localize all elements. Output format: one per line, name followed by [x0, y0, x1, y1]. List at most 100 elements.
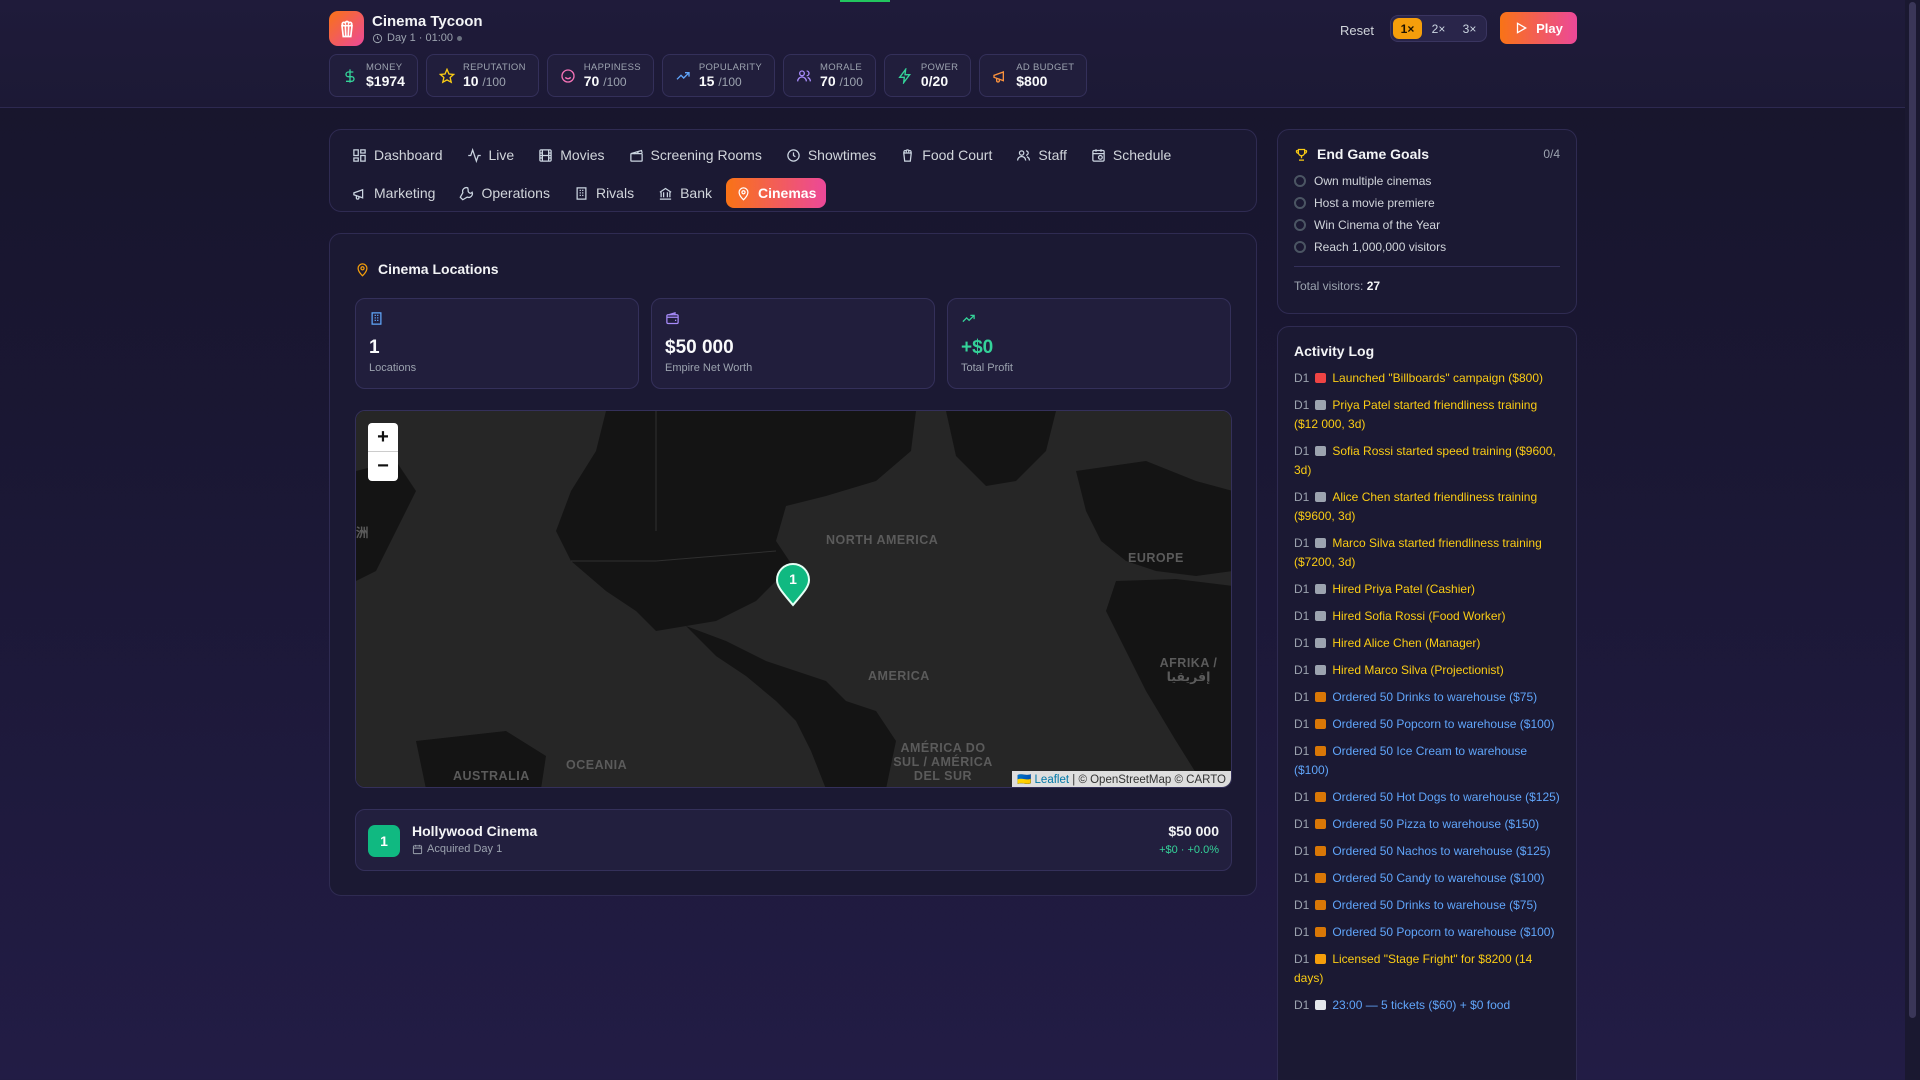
- log-day: D1: [1294, 952, 1310, 966]
- stat-value: 15: [698, 72, 715, 89]
- log-text: Ordered 50 Pizza to warehouse ($150): [1332, 817, 1540, 831]
- kpi-value: $50 000: [665, 337, 734, 358]
- goals-progress: 0/4: [1543, 147, 1560, 161]
- log-entry: D1 Hired Sofia Rossi (Food Worker): [1294, 607, 1560, 626]
- map-label: AMERICA: [868, 669, 930, 683]
- map-zoom-control: + −: [368, 423, 398, 481]
- top-bar: Cinema Tycoon Day 1 · 01:00 MONEY $1974 R…: [0, 0, 1905, 108]
- graduation-icon: [1315, 492, 1327, 502]
- tab-screening-rooms[interactable]: Screening Rooms: [619, 140, 772, 170]
- acquired-label: Acquired Day 1: [427, 843, 503, 855]
- log-entry: D1 Hired Alice Chen (Manager): [1294, 634, 1560, 653]
- zoom-out-button[interactable]: −: [368, 452, 398, 481]
- clock-icon: [787, 148, 800, 162]
- tab-rivals[interactable]: Rivals: [564, 178, 644, 208]
- map-label: AFRIKA / إفريقيا: [1159, 656, 1218, 684]
- tab-label: Live: [488, 147, 515, 163]
- graduation-icon: [1315, 400, 1327, 410]
- goal-label: Host a movie premiere: [1314, 196, 1435, 210]
- log-day: D1: [1294, 609, 1310, 623]
- tab-movies[interactable]: Movies: [528, 140, 614, 170]
- tab-staff[interactable]: Staff: [1006, 140, 1077, 170]
- tab-showtimes[interactable]: Showtimes: [776, 140, 886, 170]
- log-day: D1: [1294, 690, 1310, 704]
- scrollbar-thumb[interactable]: [1909, 2, 1916, 1018]
- activity-log-title: Activity Log: [1294, 343, 1375, 359]
- wrench-icon: [459, 186, 474, 201]
- tab-operations[interactable]: Operations: [449, 178, 559, 208]
- log-entry: D1 Alice Chen started friendliness traini…: [1294, 488, 1560, 526]
- cinema-list-item[interactable]: 1 Hollywood Cinema Acquired Day 1 $50 00…: [355, 809, 1232, 871]
- log-entry: D1 Ordered 50 Popcorn to warehouse ($100): [1294, 923, 1560, 942]
- visitors-label: Total visitors:: [1294, 279, 1364, 293]
- tab-schedule[interactable]: Schedule: [1081, 140, 1181, 170]
- stat-value: $1974: [366, 73, 405, 89]
- log-day: D1: [1294, 490, 1310, 504]
- megaphone-icon: [1315, 373, 1327, 383]
- goal-item: Own multiple cinemas: [1294, 170, 1560, 192]
- tab-label: Bank: [680, 185, 712, 201]
- kpi-label: Empire Net Worth: [665, 362, 753, 374]
- log-text: Ordered 50 Ice Cream to warehouse ($100): [1294, 744, 1528, 777]
- tab-label: Screening Rooms: [650, 147, 762, 163]
- goal-item: Win Cinema of the Year: [1294, 214, 1560, 236]
- leaflet-link[interactable]: 🇺🇦 Leaflet: [1017, 774, 1069, 786]
- map-attribution: 🇺🇦 Leaflet | © OpenStreetMap © CARTO: [1012, 771, 1231, 787]
- tab-label: Cinemas: [758, 185, 817, 201]
- zoom-in-button[interactable]: +: [368, 423, 398, 452]
- log-entry: D1 Launched "Billboards" campaign ($800): [1294, 369, 1560, 388]
- person-icon: [1315, 665, 1327, 675]
- log-day: D1: [1294, 582, 1310, 596]
- goal-label: Own multiple cinemas: [1314, 174, 1432, 188]
- box-icon: [1315, 719, 1327, 729]
- speed-1x-button[interactable]: 1×: [1393, 18, 1422, 39]
- tab-dashboard[interactable]: Dashboard: [342, 140, 453, 170]
- grid-icon: [353, 148, 366, 162]
- log-text: Priya Patel started friendliness trainin…: [1294, 398, 1538, 431]
- graduation-icon: [1315, 446, 1327, 456]
- stat-value: 70: [820, 72, 836, 89]
- tab-bank[interactable]: Bank: [648, 178, 722, 208]
- page-scrollbar[interactable]: [1905, 0, 1920, 1080]
- tab-label: Marketing: [374, 185, 436, 201]
- ticket-icon: [1315, 954, 1327, 964]
- log-day: D1: [1294, 898, 1310, 912]
- log-entry: D1 Priya Patel started friendliness train…: [1294, 396, 1560, 434]
- log-entry: D1 Ordered 50 Ice Cream to warehouse ($10…: [1294, 742, 1560, 780]
- tab-label: Food Court: [922, 147, 993, 163]
- map-label: 洲: [356, 526, 370, 540]
- stat-happiness: HAPPINESS 70 /100: [546, 54, 654, 97]
- loading-indicator: [840, 0, 890, 2]
- box-icon: [1315, 746, 1327, 756]
- log-entry: D1 Sofia Rossi started speed training ($9…: [1294, 442, 1560, 480]
- map-label: EUROPE: [1128, 551, 1184, 565]
- speed-3x-button[interactable]: 3×: [1455, 18, 1484, 39]
- reset-button[interactable]: Reset: [1330, 19, 1384, 42]
- log-day: D1: [1294, 636, 1310, 650]
- stat-label: AD BUDGET: [1016, 62, 1075, 73]
- world-map[interactable]: NORTH AMERICA EUROPE AMERICA AFRIKA / إف…: [355, 410, 1232, 788]
- tab-marketing[interactable]: Marketing: [342, 178, 445, 208]
- map-label: NORTH AMERICA: [826, 533, 939, 547]
- section-title: Cinema Locations: [355, 261, 499, 277]
- game-clock: Day 1 · 01:00: [372, 32, 463, 44]
- stat-morale: MORALE 70 /100: [783, 54, 876, 97]
- log-entry: D1 Hired Priya Patel (Cashier): [1294, 580, 1560, 599]
- tab-live[interactable]: Live: [457, 140, 525, 170]
- kpi-value: 1: [369, 337, 380, 358]
- tab-food-court[interactable]: Food Court: [890, 140, 1002, 170]
- megaphone-icon: [353, 188, 364, 200]
- activity-log-panel: Activity Log D1 Launched "Billboards" cam…: [1277, 326, 1577, 1080]
- log-entry: D1 Ordered 50 Pizza to warehouse ($150): [1294, 815, 1560, 834]
- kpi-net-worth: $50 000 Empire Net Worth: [651, 298, 935, 389]
- log-entry: D1 Ordered 50 Nachos to warehouse ($125): [1294, 842, 1560, 861]
- log-day: D1: [1294, 790, 1310, 804]
- play-button[interactable]: Play: [1500, 12, 1577, 44]
- speed-2x-button[interactable]: 2×: [1424, 18, 1453, 39]
- stat-popularity: POPULARITY 15 /100: [661, 54, 776, 97]
- stat-reputation: REPUTATION 10 /100: [425, 54, 539, 97]
- log-day: D1: [1294, 444, 1310, 458]
- cinema-marker[interactable]: 1: [775, 563, 811, 607]
- stat-label: POWER: [920, 62, 959, 73]
- tab-cinemas[interactable]: Cinemas: [726, 178, 827, 208]
